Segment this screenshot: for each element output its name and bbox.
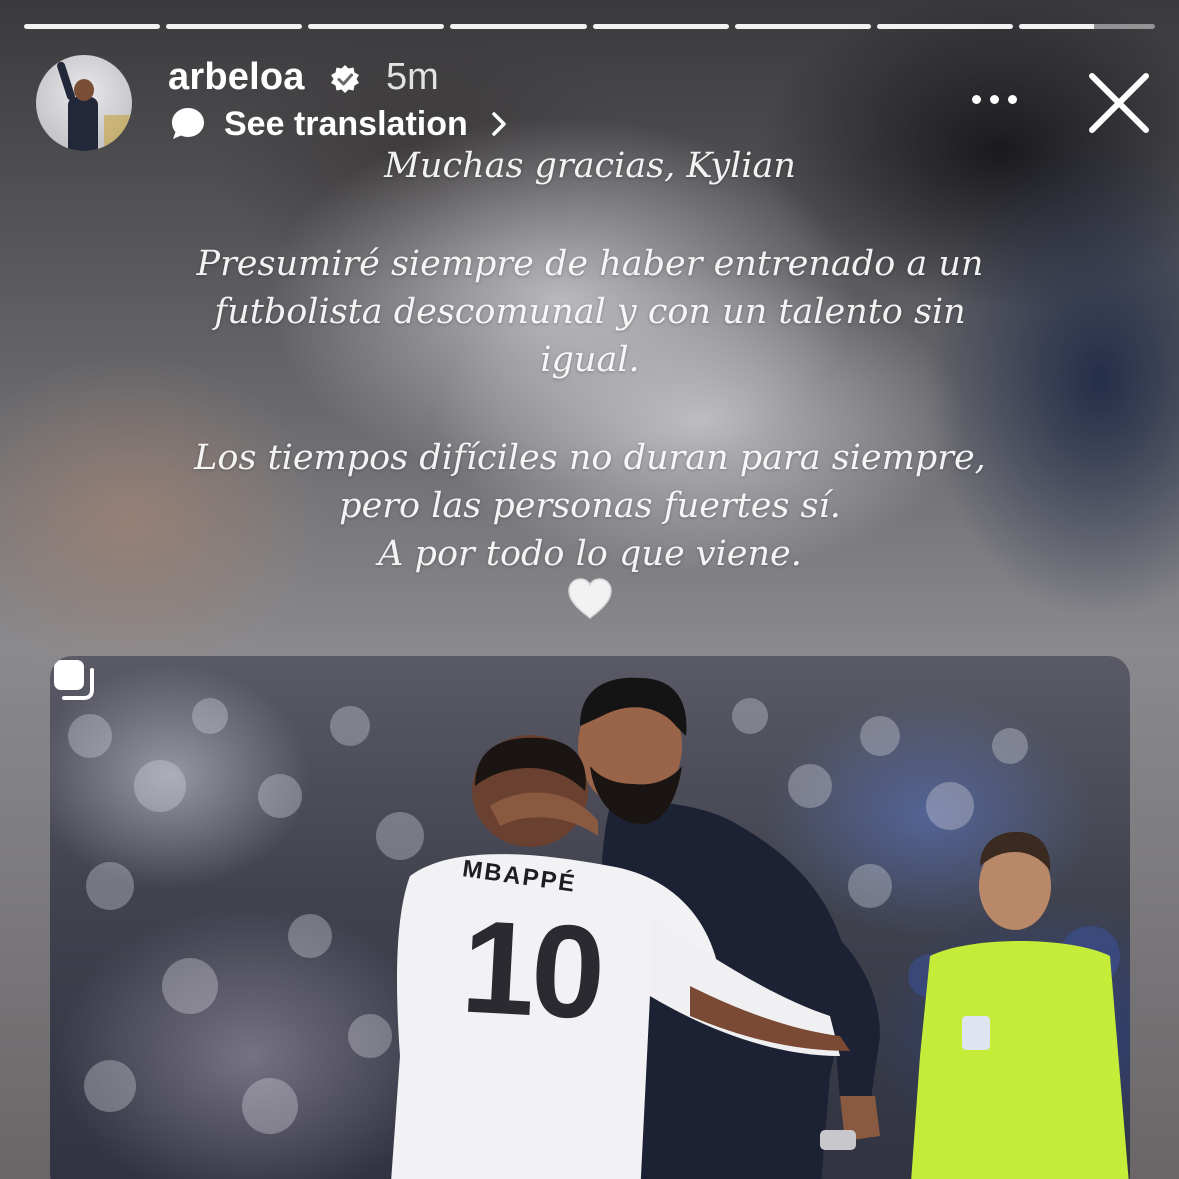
more-dot (1008, 95, 1017, 104)
progress-segment (24, 24, 161, 29)
caption-line: Muchas gracias, Kylian (384, 146, 796, 186)
see-translation-button[interactable]: See translation (168, 104, 510, 144)
referee-badge (962, 1016, 990, 1050)
username[interactable]: arbeloa (168, 56, 305, 99)
progress-segment-fill (876, 24, 1013, 29)
caption-line: igual. (540, 340, 640, 380)
caption-line: pero las personas fuertes sí. (339, 486, 841, 526)
avatar-figure-head (74, 79, 94, 101)
avatar[interactable] (36, 55, 132, 151)
chevron-right-icon (492, 112, 506, 136)
progress-segment (450, 24, 587, 29)
caption-line: futbolista descomunal y con un talento s… (214, 292, 966, 332)
progress-segment-fill (1018, 24, 1094, 29)
progress-segment (876, 24, 1013, 29)
story-progress-bar (24, 24, 1155, 29)
caption-line: A por todo lo que viene. (378, 534, 802, 574)
reshared-post-icon[interactable] (50, 656, 98, 704)
progress-segment-fill (734, 24, 871, 29)
watch (820, 1130, 856, 1150)
progress-segment (592, 24, 729, 29)
progress-segment-fill (24, 24, 161, 29)
white-heart-icon (568, 578, 612, 620)
see-translation-label: See translation (224, 104, 468, 143)
more-dot (972, 95, 981, 104)
progress-segment-fill (166, 24, 303, 29)
progress-segment-fill (308, 24, 445, 29)
avatar-figure-arm (56, 60, 76, 102)
jersey-number: 10 (458, 892, 605, 1047)
progress-segment-fill (450, 24, 587, 29)
close-icon[interactable] (1086, 70, 1152, 136)
post-time: 5m (386, 56, 439, 98)
reshared-post-photo[interactable]: MBAPPÉ 10 (50, 656, 1130, 1179)
more-dot (990, 95, 999, 104)
referee-shirt (911, 941, 1129, 1179)
progress-segment (166, 24, 303, 29)
progress-segment (308, 24, 445, 29)
caption-line: Presumiré siempre de haber entrenado a u… (196, 244, 984, 284)
progress-segment-fill (592, 24, 729, 29)
progress-segment (1018, 24, 1155, 29)
progress-segment (734, 24, 871, 29)
translate-bubble-icon (172, 108, 204, 139)
avatar-figure-body (68, 97, 98, 151)
more-options-icon[interactable] (972, 95, 1017, 104)
story-viewer[interactable]: arbeloa 5m See translation Muchas gracia… (0, 0, 1179, 1179)
verified-badge-icon (331, 65, 359, 93)
caption-line: Los tiempos difíciles no duran para siem… (194, 438, 986, 478)
